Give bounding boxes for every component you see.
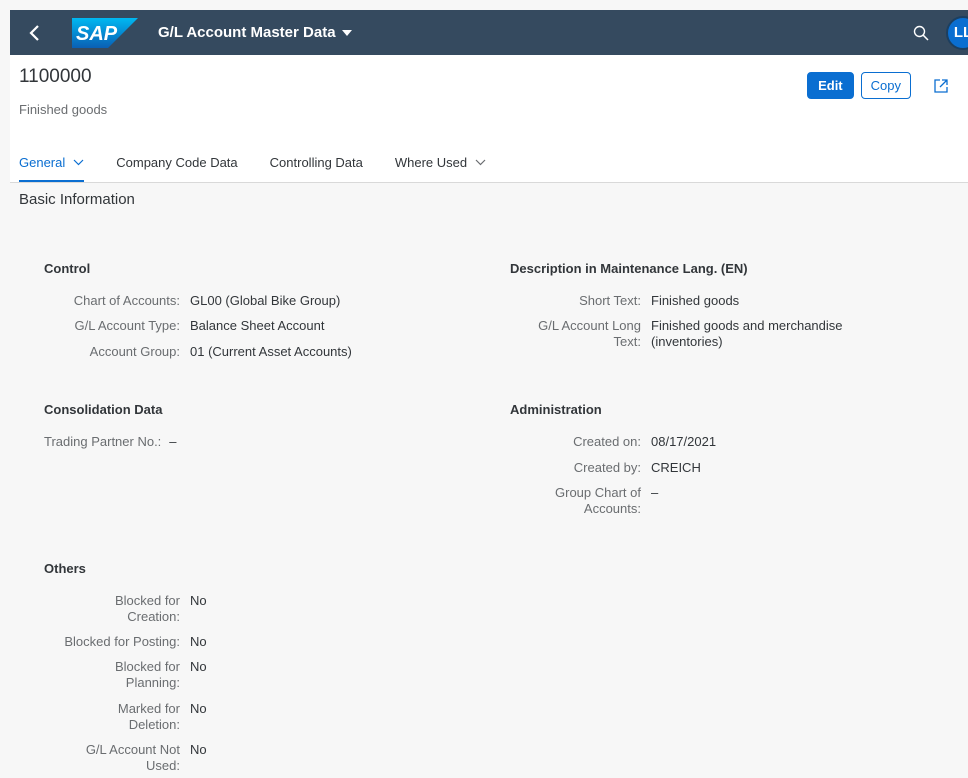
field-chart-of-accounts: Chart of Accounts: GL00 (Global Bike Gro… [44, 293, 341, 309]
search-button[interactable] [906, 18, 936, 48]
svg-text:SAP: SAP [76, 23, 118, 45]
field-label: Blocked for Planning: [44, 659, 180, 691]
app-title: G/L Account Master Data [158, 24, 336, 41]
copy-button[interactable]: Copy [860, 72, 911, 99]
tab-label: Company Code Data [116, 155, 238, 170]
group-title-administration: Administration [510, 402, 602, 417]
chevron-down-icon [475, 159, 486, 166]
field-label-line: Blocked for [114, 659, 180, 674]
field-label-line: Creation: [127, 609, 180, 624]
field-value: 01 (Current Asset Accounts) [190, 344, 352, 359]
tab-where-used[interactable]: Where Used [395, 142, 486, 183]
field-value: No [190, 659, 207, 674]
field-label-line: Deletion: [128, 717, 180, 732]
group-title-control: Control [44, 261, 91, 276]
field-label-line: Marked for [117, 701, 180, 716]
field-label: G/L Account Type: [74, 318, 180, 333]
field-label-line: Group Chart of [555, 485, 641, 500]
field-value: No [190, 742, 207, 757]
field-short-text: Short Text: Finished goods [510, 293, 739, 309]
header-actions: Edit Copy [807, 72, 956, 99]
section-title: Basic Information [19, 191, 135, 208]
field-label: Short Text: [579, 293, 641, 308]
field-label: Blocked for Posting: [64, 634, 180, 649]
edit-button[interactable]: Edit [807, 72, 854, 99]
field-label: Created on: [573, 434, 641, 449]
field-value-line: (inventories) [651, 334, 723, 349]
field-value: GL00 (Global Bike Group) [190, 293, 341, 308]
group-title-description: Description in Maintenance Lang. (EN) [510, 261, 748, 276]
shell-bar: SAP G/L Account Master Data LL [10, 10, 968, 55]
field-label: Group Chart of Accounts: [510, 485, 641, 517]
share-icon [934, 78, 948, 93]
field-value: No [190, 593, 207, 608]
field-label: Blocked for Creation: [44, 593, 180, 625]
avatar[interactable]: LL [946, 15, 968, 50]
field-label-line: G/L Account Not [85, 742, 180, 757]
field-value: Balance Sheet Account [190, 318, 325, 333]
tab-bar: General Company Code Data Controlling Da… [19, 142, 518, 183]
header-divider [10, 182, 968, 183]
app-title-menu[interactable]: G/L Account Master Data [158, 24, 352, 41]
back-icon [29, 24, 39, 41]
field-marked-for-deletion: Marked for Deletion: No [44, 701, 207, 733]
group-title-consolidation: Consolidation Data [44, 402, 163, 417]
sap-logo[interactable]: SAP [72, 17, 138, 48]
field-label-line: Text: [613, 334, 641, 349]
field-blocked-for-creation: Blocked for Creation: No [44, 593, 207, 625]
tab-company-code-data[interactable]: Company Code Data [116, 142, 237, 183]
field-value-line: Finished goods and merchandise [651, 318, 843, 333]
field-label: Account Group: [89, 344, 180, 359]
field-account-group: Account Group: 01 (Current Asset Account… [44, 344, 352, 360]
field-value: CREICH [651, 460, 701, 475]
field-label-line: Planning: [125, 675, 180, 690]
field-group-chart-of-accounts: Group Chart of Accounts: – [510, 485, 658, 517]
search-icon [913, 25, 929, 41]
chevron-down-icon [73, 159, 84, 166]
field-label: Chart of Accounts: [73, 293, 180, 308]
tab-label: Where Used [394, 155, 468, 170]
tab-label: General [19, 155, 66, 170]
field-label-line: Used: [146, 758, 180, 773]
field-value: Finished goods [651, 293, 740, 308]
field-label-line: Accounts: [583, 501, 641, 516]
object-header: 1100000 Finished goods Edit Copy General… [10, 55, 968, 183]
field-label-line: G/L Account Long [538, 318, 641, 333]
group-title-others: Others [44, 561, 86, 576]
field-label: Trading Partner No.: [44, 434, 162, 449]
field-label: Marked for Deletion: [44, 701, 180, 733]
field-blocked-for-posting: Blocked for Posting: No [44, 634, 207, 650]
field-value: No [190, 701, 207, 716]
page-title: 1100000 [19, 66, 92, 87]
back-button[interactable] [18, 10, 52, 55]
field-trading-partner: Trading Partner No.: – [44, 434, 177, 450]
share-button[interactable] [926, 72, 956, 99]
page-subtitle: Finished goods [19, 102, 108, 117]
field-blocked-for-planning: Blocked for Planning: No [44, 659, 207, 691]
field-value: – [169, 434, 177, 449]
field-value: – [651, 485, 659, 500]
field-long-text: G/L Account Long Text: Finished goods an… [510, 318, 843, 350]
field-created-by: Created by: CREICH [510, 460, 701, 476]
field-label: Created by: [573, 460, 641, 475]
tab-controlling-data[interactable]: Controlling Data [270, 142, 363, 183]
field-value: 08/17/2021 [651, 434, 717, 449]
field-value: No [190, 634, 207, 649]
tab-general[interactable]: General [19, 142, 85, 183]
field-created-on: Created on: 08/17/2021 [510, 434, 716, 450]
caret-down-icon [341, 29, 352, 36]
field-gl-account-not-used: G/L Account Not Used: No [44, 742, 207, 774]
field-label-line: Blocked for [114, 593, 180, 608]
field-label: G/L Account Not Used: [44, 742, 180, 774]
field-label: G/L Account Long Text: [510, 318, 641, 350]
field-gl-account-type: G/L Account Type: Balance Sheet Account [44, 318, 324, 334]
tab-label: Controlling Data [269, 155, 363, 170]
field-value: Finished goods and merchandise (inventor… [651, 318, 843, 350]
